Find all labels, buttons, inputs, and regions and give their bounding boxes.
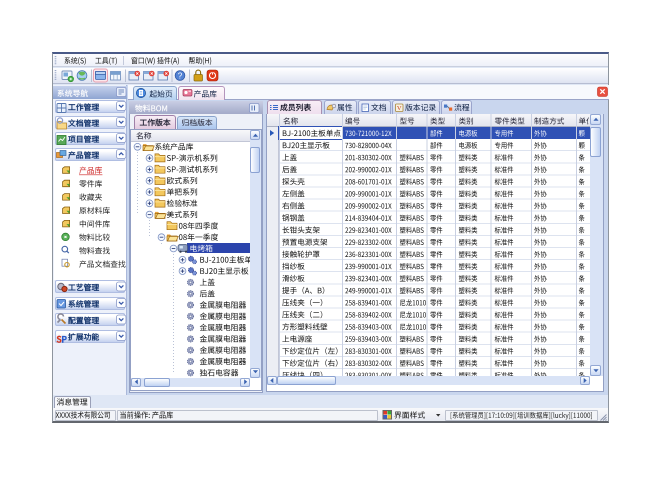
svg-text:V: V bbox=[397, 105, 402, 112]
svg-text:?: ? bbox=[178, 71, 183, 80]
